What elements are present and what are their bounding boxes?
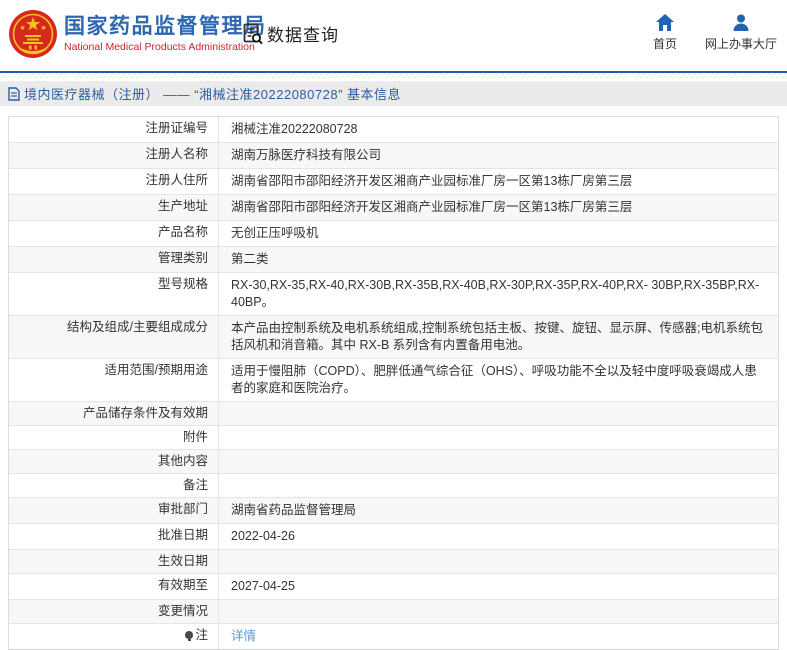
row-value: [219, 450, 778, 473]
row-value: RX-30,RX-35,RX-40,RX-30B,RX-35B,RX-40B,R…: [231, 278, 760, 309]
china-national-emblem-icon: [9, 10, 57, 58]
row-value: [219, 426, 778, 449]
nav-online-service-hall[interactable]: 网上办事大厅: [705, 13, 777, 52]
data-query-label: 数据查询: [267, 26, 339, 45]
document-search-icon: [243, 23, 263, 44]
table-row: 结构及组成/主要组成成分 本产品由控制系统及电机系统组成,控制系统包括主板、按键、…: [9, 316, 778, 359]
row-value: [219, 402, 778, 425]
row-label: 产品名称: [9, 221, 219, 246]
table-row: 注册人名称 湖南万脉医疗科技有限公司: [9, 143, 778, 169]
table-row: 管理类别 第二类: [9, 247, 778, 273]
row-value: [219, 600, 778, 623]
site-subtitle: National Medical Products Administration: [64, 41, 255, 53]
table-row: 备注: [9, 474, 778, 498]
row-value: 适用于慢阻肺（COPD）、肥胖低通气综合征（OHS）、呼吸功能不全以及轻中度呼吸…: [231, 364, 757, 395]
row-label: 注册人名称: [9, 143, 219, 168]
row-value: 湖南省邵阳市邵阳经济开发区湘商产业园标准厂房一区第13栋厂房第三层: [231, 174, 633, 188]
home-icon: [655, 14, 674, 31]
user-icon: [733, 14, 749, 31]
top-nav: 首页 网上办事大厅: [653, 13, 777, 52]
table-row: 注册证编号 湘械注准20222080728: [9, 117, 778, 143]
row-label: 变更情况: [9, 600, 219, 623]
row-label: 审批部门: [9, 498, 219, 523]
document-icon: [8, 86, 20, 101]
row-label: 型号规格: [9, 273, 219, 315]
table-row: 生产地址 湖南省邵阳市邵阳经济开发区湘商产业园标准厂房一区第13栋厂房第三层: [9, 195, 778, 221]
table-row: 其他内容: [9, 450, 778, 474]
table-row: 型号规格 RX-30,RX-35,RX-40,RX-30B,RX-35B,RX-4…: [9, 273, 778, 316]
table-row: 产品储存条件及有效期: [9, 402, 778, 426]
row-label: 结构及组成/主要组成成分: [9, 316, 219, 358]
row-value: 本产品由控制系统及电机系统组成,控制系统包括主板、按键、旋钮、显示屏、传感器;电…: [231, 321, 763, 352]
row-label: 生产地址: [9, 195, 219, 220]
row-label: 注册证编号: [9, 117, 219, 142]
row-value: 湖南省邵阳市邵阳经济开发区湘商产业园标准厂房一区第13栋厂房第三层: [231, 200, 633, 214]
row-label: 生效日期: [9, 550, 219, 573]
table-row: 注详情: [9, 624, 778, 649]
row-value: 无创正压呼吸机: [231, 226, 319, 240]
row-label: 附件: [9, 426, 219, 449]
nav-hall-label: 网上办事大厅: [704, 37, 777, 51]
row-value: 湖南省药品监督管理局: [231, 503, 357, 517]
page-header: 国家药品监督管理局 National Medical Products Admi…: [0, 0, 787, 71]
breadcrumb: 境内医疗器械（注册） —— “湘械注准20222080728” 基本信息: [0, 81, 787, 106]
row-label: 管理类别: [9, 247, 219, 272]
data-query-tab[interactable]: 数据查询: [243, 21, 339, 46]
table-row: 审批部门 湖南省药品监督管理局: [9, 498, 778, 524]
row-value: 湖南万脉医疗科技有限公司: [231, 148, 382, 162]
nmpa-logo[interactable]: 国家药品监督管理局 National Medical Products Admi…: [8, 9, 267, 59]
breadcrumb-text: 境内医疗器械（注册） —— “湘械注准20222080728” 基本信息: [24, 87, 402, 102]
hatch-strip: [0, 73, 787, 79]
row-value: [219, 550, 778, 573]
table-row: 生效日期: [9, 550, 778, 574]
row-value: 2022-04-26: [231, 529, 295, 543]
row-label: 注册人住所: [9, 169, 219, 194]
row-label: 备注: [9, 474, 219, 497]
site-title: 国家药品监督管理局: [64, 15, 267, 38]
info-table: 注册证编号 湘械注准20222080728 注册人名称 湖南万脉医疗科技有限公司 注册人…: [8, 116, 779, 650]
table-row: 批准日期 2022-04-26: [9, 524, 778, 550]
table-row: 注册人住所 湖南省邵阳市邵阳经济开发区湘商产业园标准厂房一区第13栋厂房第三层: [9, 169, 778, 195]
row-label: 批准日期: [9, 524, 219, 549]
detail-link[interactable]: 详情: [231, 629, 256, 643]
row-value: 第二类: [231, 252, 269, 266]
table-row: 适用范围/预期用途 适用于慢阻肺（COPD）、肥胖低通气综合征（OHS）、呼吸功能…: [9, 359, 778, 402]
row-label: 其他内容: [9, 450, 219, 473]
lightbulb-icon: [185, 631, 194, 641]
row-value: 湘械注准20222080728: [231, 122, 358, 136]
row-label: 产品储存条件及有效期: [9, 402, 219, 425]
table-row: 附件: [9, 426, 778, 450]
nav-home-label: 首页: [652, 37, 677, 51]
row-label: 注: [9, 624, 219, 649]
table-row: 变更情况: [9, 600, 778, 624]
row-value: [219, 474, 778, 497]
nav-home[interactable]: 首页: [653, 13, 677, 52]
row-label: 适用范围/预期用途: [9, 359, 219, 401]
row-value: 详情: [219, 624, 778, 649]
table-row: 产品名称 无创正压呼吸机: [9, 221, 778, 247]
